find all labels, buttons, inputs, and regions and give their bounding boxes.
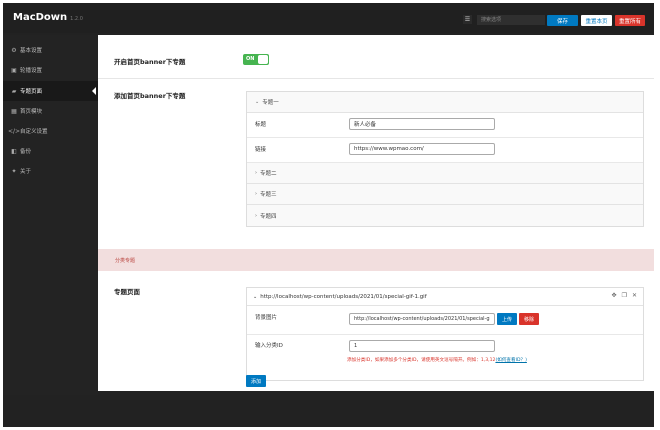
topic-page-url: http://localhost/wp-content/uploads/2021… (260, 293, 427, 300)
gear-icon: ⚙ (11, 46, 17, 54)
banner-toggle-label: 开启首页banner下专题 (114, 58, 186, 66)
main-content: 开启首页banner下专题 ON 添加首页banner下专题 ⌄ 专题一 标题 … (98, 35, 658, 391)
list-icon[interactable]: ☰ (463, 15, 472, 24)
sidebar-item-label: 轮播设置 (20, 68, 43, 74)
topic-accordion: ⌄ 专题一 标题 链接 › 专题二 › 专题三 › 专题四 (246, 91, 644, 227)
app-version: 1.2.0 (70, 16, 83, 22)
add-button[interactable]: 添加 (246, 375, 266, 387)
sidebar-item-custom-settings[interactable]: </> 自定义设置 (3, 121, 98, 141)
toggle-state: ON (246, 56, 255, 62)
sidebar-item-home-modules[interactable]: ▦ 首页模块 (3, 101, 98, 121)
help-text: 添加分类ID，如果添加多个分类ID，请使用英文逗号隔开。例如：1,3,12 (347, 358, 496, 363)
divider (98, 78, 658, 79)
sidebar-item-backup[interactable]: ◧ 备份 (3, 141, 98, 161)
sidebar-item-topic-pages[interactable]: ▰ 专题页面 (3, 81, 98, 101)
topic-title: 专题四 (260, 213, 277, 220)
category-id-input[interactable] (349, 340, 495, 352)
sidebar-item-about[interactable]: ✦ 关于 (3, 161, 98, 181)
topic-1-header[interactable]: ⌄ 专题一 (247, 92, 643, 113)
brand: MacDown 1.2.0 (13, 12, 83, 23)
toggle-knob (258, 55, 268, 64)
link-field-row: 链接 (247, 138, 643, 163)
banner-toggle[interactable]: ON (243, 54, 269, 65)
category-notice: 分类专题 (98, 249, 658, 271)
topic-page-group: ⌄ http://localhost/wp-content/uploads/20… (246, 287, 644, 381)
grid-icon: ▦ (11, 107, 17, 115)
add-topics-label: 添加首页banner下专题 (114, 92, 186, 100)
shield-icon: ◧ (11, 147, 17, 155)
bookmark-icon: ▰ (11, 87, 17, 95)
move-icon[interactable]: ✥ (612, 292, 617, 299)
sidebar-item-label: 专题页面 (20, 89, 43, 95)
title-input[interactable] (349, 118, 495, 130)
topic-3-header[interactable]: › 专题三 (247, 184, 643, 205)
reset-page-button[interactable]: 重置本页 (581, 15, 612, 26)
topic-title: 专题三 (260, 192, 277, 198)
remove-button[interactable]: 移除 (519, 313, 539, 325)
active-caret-icon (92, 87, 96, 95)
star-icon: ✦ (11, 167, 17, 175)
search-input[interactable] (477, 15, 545, 25)
sidebar-item-label: 关于 (20, 169, 32, 175)
group-tools: ✥ ❐ ✕ (612, 292, 637, 299)
copy-icon[interactable]: ❐ (622, 292, 627, 299)
topic-title: 专题二 (260, 171, 277, 177)
topic-page-header[interactable]: ⌄ http://localhost/wp-content/uploads/20… (247, 288, 643, 306)
notice-text: 分类专题 (115, 258, 136, 264)
close-icon[interactable]: ✕ (632, 292, 637, 299)
reset-all-button[interactable]: 重置所有 (615, 15, 645, 26)
sidebar-item-slider-settings[interactable]: ▣ 轮播设置 (3, 60, 98, 80)
top-bar: MacDown1.2.0 ☰ 保存 重置本页 重置所有 (3, 3, 654, 33)
save-button[interactable]: 保存 (547, 15, 578, 26)
chevron-right-icon: › (255, 170, 257, 176)
title-field-row: 标题 (247, 113, 643, 138)
page-margin (654, 0, 660, 430)
bg-image-input[interactable] (349, 313, 495, 325)
link-label: 链接 (255, 147, 267, 153)
sidebar-item-label: 自定义设置 (20, 129, 48, 135)
how-to-find-id-link[interactable]: (如何查看ID？) (495, 358, 526, 363)
topic-page-label: 专题页面 (114, 288, 140, 296)
sidebar: ⚙ 基本设置 ▣ 轮播设置 ▰ 专题页面 ▦ 首页模块 </> 自定义设置 ◧ … (3, 35, 98, 395)
topic-4-header[interactable]: › 专题四 (247, 205, 643, 226)
sidebar-item-label: 基本设置 (20, 48, 43, 54)
chevron-right-icon: › (255, 191, 257, 197)
category-help-text: 添加分类ID，如果添加多个分类ID，请使用英文逗号隔开。例如：1,3,12(如何… (347, 357, 527, 363)
topic-title: 专题一 (262, 100, 279, 106)
chevron-down-icon: ⌄ (253, 293, 258, 300)
chevron-down-icon: ⌄ (255, 99, 260, 105)
chevron-right-icon: › (255, 212, 257, 219)
topic-2-header[interactable]: › 专题二 (247, 163, 643, 184)
sidebar-item-label: 备份 (20, 149, 32, 155)
image-icon: ▣ (11, 66, 17, 74)
bg-image-row: 背景图片 上传 移除 (247, 306, 643, 335)
bg-image-label: 背景图片 (255, 315, 278, 321)
link-input[interactable] (349, 143, 495, 155)
app-window: MacDown1.2.0 ☰ 保存 重置本页 重置所有 ⚙ 基本设置 ▣ 轮播设… (3, 3, 658, 427)
title-label: 标题 (255, 122, 267, 128)
sidebar-item-label: 首页模块 (20, 109, 43, 115)
code-icon: </> (8, 127, 21, 135)
upload-button[interactable]: 上传 (497, 313, 517, 325)
category-id-label: 输入分类ID (255, 343, 283, 349)
app-name: MacDown (13, 12, 68, 23)
sidebar-item-basic-settings[interactable]: ⚙ 基本设置 (3, 40, 98, 60)
